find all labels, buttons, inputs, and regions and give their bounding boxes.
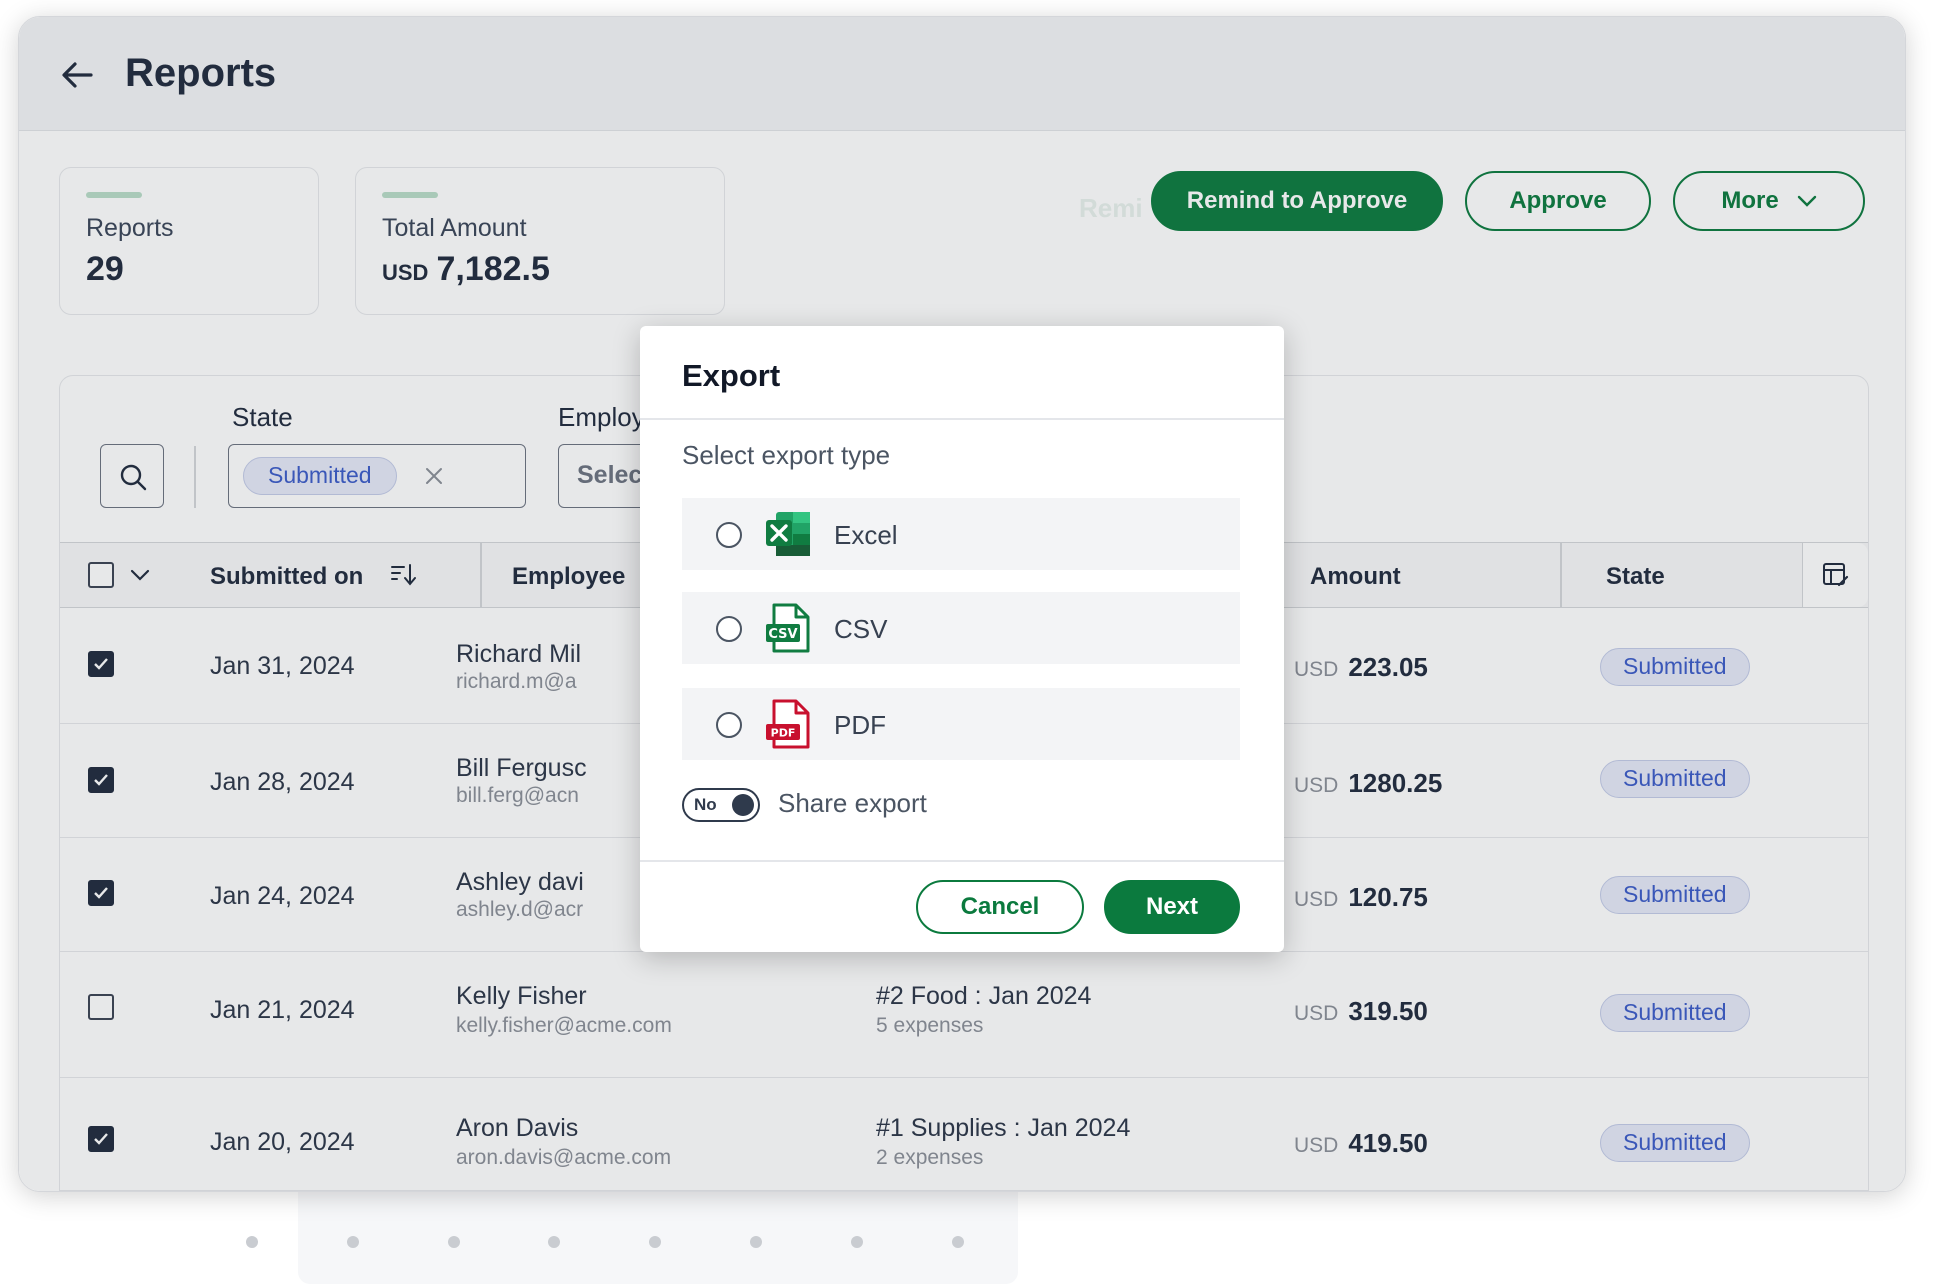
pagination-dot[interactable] [347,1236,359,1248]
modal-subtitle: Select export type [682,440,891,470]
export-option-csv[interactable]: CSV CSV [682,592,1240,664]
option-label: PDF [834,710,886,740]
radio-excel[interactable] [716,522,742,548]
toggle-state-text: No [694,795,717,814]
pagination-dot[interactable] [246,1236,258,1248]
export-option-pdf[interactable]: PDF PDF [682,688,1240,760]
modal-divider [640,860,1284,862]
pagination-dot[interactable] [851,1236,863,1248]
radio-pdf[interactable] [716,712,742,738]
pagination-strip [298,1180,1018,1284]
radio-csv[interactable] [716,616,742,642]
toggle-knob [732,794,754,816]
pagination-dot[interactable] [649,1236,661,1248]
next-button[interactable]: Next [1104,880,1240,934]
modal-divider [640,418,1284,420]
export-modal: Export Select export type Excel CSV CSV … [640,326,1284,952]
csv-icon: CSV [766,603,810,653]
cancel-button[interactable]: Cancel [916,880,1084,934]
option-label: CSV [834,614,888,644]
export-option-excel[interactable]: Excel [682,498,1240,570]
share-export-label: Share export [778,788,927,818]
pagination-dot[interactable] [952,1236,964,1248]
excel-icon [766,512,810,556]
modal-title: Export [682,358,781,393]
share-export-toggle[interactable]: No [682,788,760,822]
svg-text:PDF: PDF [771,727,796,740]
pagination-dot[interactable] [448,1236,460,1248]
page: Reports Reports 29 Total Amount USD 7,182… [0,0,1944,1288]
pagination-dot[interactable] [750,1236,762,1248]
pagination-dot[interactable] [548,1236,560,1248]
pdf-icon: PDF [766,699,810,749]
svg-text:CSV: CSV [768,627,797,642]
option-label: Excel [834,520,898,550]
